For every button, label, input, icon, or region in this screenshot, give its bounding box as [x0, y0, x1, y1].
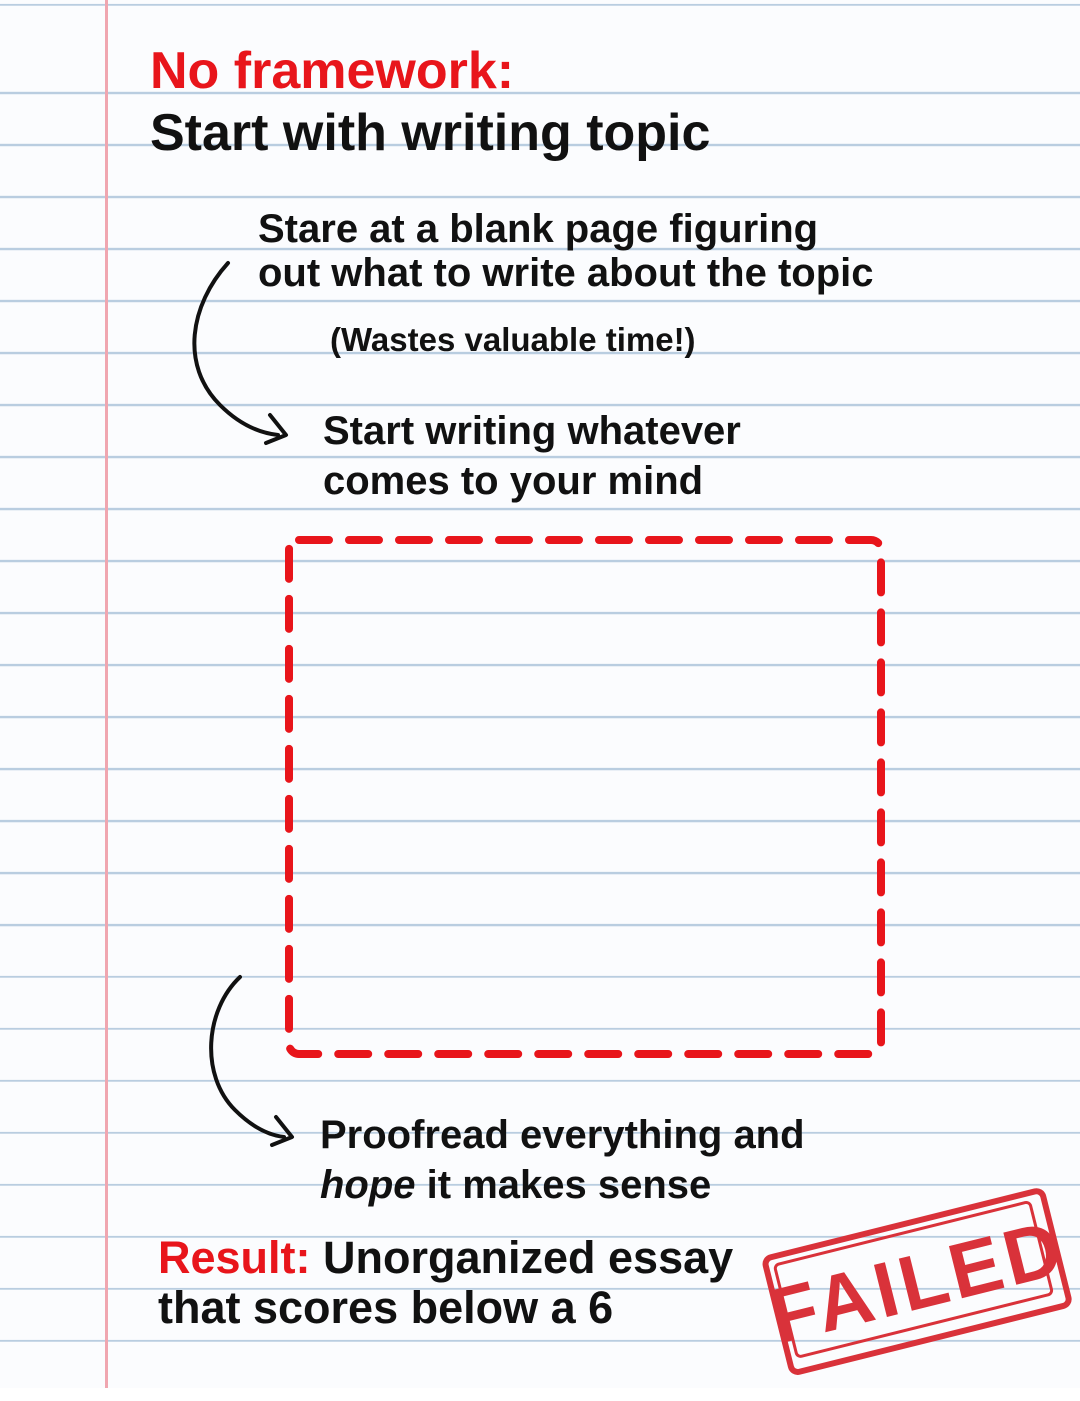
emphasis-hope: hope [320, 1163, 416, 1207]
margin-line [105, 0, 108, 1388]
result-label: Result: [158, 1232, 311, 1283]
header-label: No framework: [150, 42, 515, 100]
step-proofread: Proofread everything and hope it makes s… [320, 1110, 805, 1210]
step-proofread-line2: hope it makes sense [320, 1160, 805, 1210]
result-statement: Result: Unorganized essay that scores be… [158, 1233, 733, 1333]
step-proofread-line1: Proofread everything and [320, 1113, 805, 1157]
step-blank-page-line2: out what to write about the topic [258, 251, 874, 295]
step-write-anything-line1: Start writing whatever [323, 409, 741, 453]
step-proofread-line2-rest: it makes sense [415, 1163, 712, 1207]
step-write-anything-line2: comes to your mind [323, 459, 704, 503]
step-write-anything: Start writing whatever comes to your min… [323, 406, 741, 506]
step-blank-page-line1: Stare at a blank page figuring [258, 207, 819, 251]
result-line2: that scores below a 6 [158, 1282, 614, 1333]
result-line1-rest: Unorganized essay [310, 1232, 734, 1283]
result-line1: Result: Unorganized essay [158, 1233, 733, 1283]
curved-arrow-icon [209, 975, 294, 1147]
time-note: (Wastes valuable time!) [330, 321, 696, 358]
page-title: Start with writing topic [150, 104, 711, 162]
step-blank-page: Stare at a blank page figuring out what … [258, 207, 874, 295]
empty-dashed-box [285, 536, 885, 1058]
curved-arrow-icon [192, 261, 288, 445]
